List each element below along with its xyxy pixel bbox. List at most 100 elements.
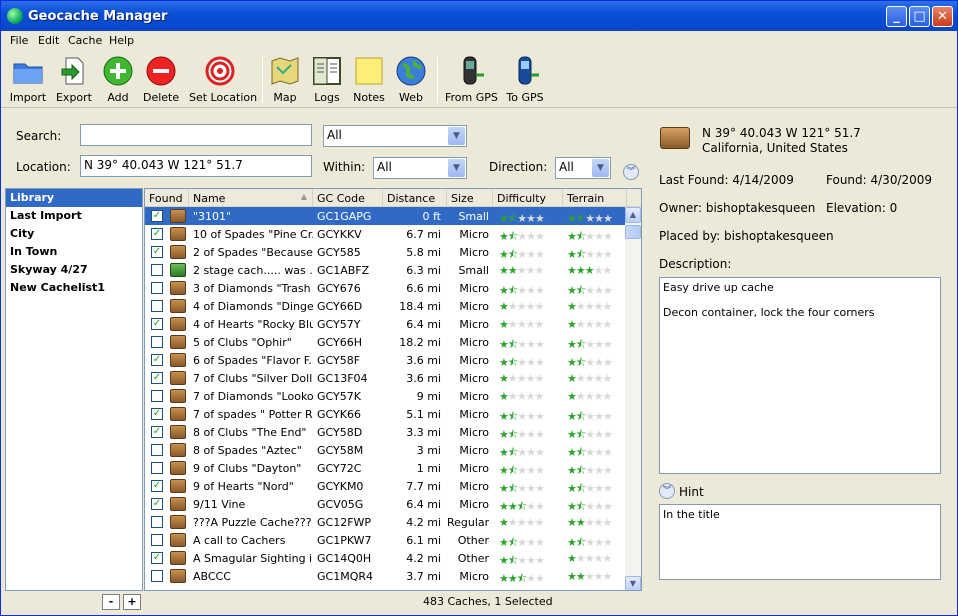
table-row[interactable]: ✓ 6 of Spades "Flavor F... GCY58F 3.6 mi Mic… (145, 351, 627, 369)
found-checkbox[interactable]: ✓ (151, 318, 163, 330)
export-button[interactable]: Export (55, 55, 93, 105)
table-row[interactable]: ✓ "3101" GC1GAPG 0 ft Small ★⯪★★★ ★⯪★★★ (145, 207, 627, 225)
column-name[interactable]: Name ▲ (189, 189, 313, 207)
cell-name: 7 of spades " Potter R... (193, 408, 313, 421)
close-button[interactable]: ✕ (932, 6, 953, 27)
found-checkbox[interactable]: ✓ (151, 408, 163, 420)
menu-cache[interactable]: Cache (68, 34, 102, 47)
table-row[interactable]: ✓ 10 of Spades "Pine Cr... GCYKKV 6.7 mi Mic… (145, 225, 627, 243)
search-input[interactable] (80, 124, 312, 146)
direction-dropdown[interactable]: All ▼ (555, 157, 611, 179)
maximize-button[interactable]: □ (909, 6, 930, 27)
cell-code: GCY58D (317, 426, 363, 439)
sidebar-item-city[interactable]: City (6, 225, 142, 243)
logs-button[interactable]: Logs (311, 55, 343, 105)
cache-type-icon (170, 443, 186, 457)
search-filter-dropdown[interactable]: All ▼ (323, 125, 467, 147)
found-checkbox[interactable] (151, 300, 163, 312)
table-row[interactable]: ✓ 2 of Spades "Because ... GCY585 5.8 mi Mic… (145, 243, 627, 261)
cell-dist: 3.6 mi (406, 354, 441, 367)
remove-list-button[interactable]: - (102, 594, 120, 610)
found-checkbox[interactable]: ✓ (151, 228, 163, 240)
table-row[interactable]: ✓ A Smagular Sighting in... GC14Q0H 4.2 mi O… (145, 549, 627, 567)
found-checkbox[interactable] (151, 336, 163, 348)
table-row[interactable]: 5 of Clubs "Ophir" GCY66H 18.2 mi Micro ★⯪★★… (145, 333, 627, 351)
found-checkbox[interactable] (151, 264, 163, 276)
add-button[interactable]: Add (101, 55, 135, 105)
table-row[interactable]: 3 of Diamonds "Trash ... GCY676 6.6 mi Micr… (145, 279, 627, 297)
import-button[interactable]: Import (9, 55, 47, 105)
expand-hint-icon[interactable]: ︾ (659, 483, 675, 499)
found-checkbox[interactable]: ✓ (151, 246, 163, 258)
column-distance[interactable]: Distance (383, 189, 447, 207)
found-checkbox[interactable] (151, 282, 163, 294)
found-checkbox[interactable] (151, 390, 163, 402)
table-row[interactable]: ???A Puzzle Cache??? GC12FWP 4.2 mi Regular… (145, 513, 627, 531)
cache-type-icon (170, 569, 186, 583)
from-gps-button[interactable]: From GPS (445, 55, 498, 105)
table-row[interactable]: ✓ 4 of Hearts "Rocky Bluff" GCY57Y 6.4 mi Mi… (145, 315, 627, 333)
found-checkbox[interactable]: ✓ (151, 498, 163, 510)
add-list-button[interactable]: + (123, 594, 141, 610)
found-checkbox[interactable]: ✓ (151, 372, 163, 384)
column-size[interactable]: Size (447, 189, 493, 207)
found-checkbox[interactable] (151, 444, 163, 456)
table-row[interactable]: A call to Cachers GC1PKW7 6.1 mi Other ★⯪★★★… (145, 531, 627, 549)
table-row[interactable]: 8 of Spades "Aztec" GCY58M 3 mi Micro ★⯪★★★ ★… (145, 441, 627, 459)
sidebar-item-library[interactable]: Library (6, 189, 142, 207)
within-dropdown[interactable]: All ▼ (373, 157, 467, 179)
found-checkbox[interactable]: ✓ (151, 354, 163, 366)
set-location-button[interactable]: Set Location (189, 55, 257, 105)
map-button[interactable]: Map (269, 55, 301, 105)
vertical-scrollbar[interactable]: ▲ ▼ (625, 207, 641, 590)
found-checkbox[interactable]: ✓ (151, 480, 163, 492)
sidebar-item-last-import[interactable]: Last Import (6, 207, 142, 225)
direction-label: Direction: (489, 160, 548, 174)
description-textarea[interactable]: Easy drive up cache Decon container, loc… (659, 277, 941, 474)
detail-last-found: Last Found: 4/14/2009 (659, 173, 794, 187)
cell-dist: 3 mi (416, 444, 441, 457)
column-terrain[interactable]: Terrain (563, 189, 627, 207)
web-button[interactable]: Web (395, 55, 427, 105)
column-found[interactable]: Found (145, 189, 189, 207)
export-icon (58, 55, 90, 87)
scroll-up-icon[interactable]: ▲ (625, 207, 641, 223)
notes-button[interactable]: Notes (353, 55, 385, 105)
found-checkbox[interactable]: ✓ (151, 552, 163, 564)
hint-textarea[interactable]: In the title (659, 504, 941, 580)
table-row[interactable]: 9 of Clubs "Dayton" GCY72C 1 mi Micro ★⯪★★★ ★… (145, 459, 627, 477)
table-row[interactable]: ✓ 7 of Clubs "Silver Dolla... GC13F04 3.6 m… (145, 369, 627, 387)
scroll-thumb[interactable] (625, 225, 641, 239)
column-gc-code[interactable]: GC Code (313, 189, 383, 207)
table-row[interactable]: ABCCC GC1MQR4 3.7 mi Micro ★★⯪★★ ★★★★★ (145, 567, 627, 585)
table-row[interactable]: ✓ 9/11 Vine GCV05G 6.4 mi Micro ★★⯪★★ ★⯪★★★ (145, 495, 627, 513)
delete-label: Delete (143, 91, 180, 104)
menu-help[interactable]: Help (109, 34, 134, 47)
found-checkbox[interactable] (151, 534, 163, 546)
sidebar-item-skyway[interactable]: Skyway 4/27 (6, 261, 142, 279)
found-checkbox[interactable] (151, 570, 163, 582)
menu-file[interactable]: File (10, 34, 28, 47)
column-difficulty[interactable]: Difficulty (493, 189, 563, 207)
to-gps-button[interactable]: To GPS (505, 55, 545, 105)
table-row[interactable]: 2 stage cach..... was ... GC1ABFZ 6.3 mi Sm… (145, 261, 627, 279)
scroll-down-icon[interactable]: ▼ (625, 576, 641, 590)
found-checkbox[interactable] (151, 462, 163, 474)
sidebar-item-new-cachelist[interactable]: New Cachelist1 (6, 279, 142, 297)
found-checkbox[interactable]: ✓ (151, 426, 163, 438)
sidebar-item-in-town[interactable]: In Town (6, 243, 142, 261)
menu-edit[interactable]: Edit (38, 34, 59, 47)
table-row[interactable]: ✓ 8 of Clubs "The End" GCY58D 3.3 mi Micro ★⯪… (145, 423, 627, 441)
found-checkbox[interactable] (151, 516, 163, 528)
delete-button[interactable]: Delete (143, 55, 179, 105)
found-checkbox[interactable]: ✓ (151, 210, 163, 222)
table-row[interactable]: 4 of Diamonds "Dinger... GCY66D 18.4 mi Mic… (145, 297, 627, 315)
location-input[interactable]: N 39° 40.043 W 121° 51.7 (80, 155, 312, 177)
title-bar[interactable]: Geocache Manager _ □ ✕ (1, 1, 957, 31)
collapse-search-icon[interactable]: ︾ (623, 164, 639, 180)
table-row[interactable]: 7 of Diamonds "Looko... GCY57K 9 mi Micro ★★… (145, 387, 627, 405)
table-row[interactable]: ✓ 7 of spades " Potter R... GCYK66 5.1 mi Mi… (145, 405, 627, 423)
table-row[interactable]: ✓ 9 of Hearts "Nord" GCYKM0 7.7 mi Micro ★⯪★★… (145, 477, 627, 495)
cell-dist: 6.7 mi (406, 228, 441, 241)
minimize-button[interactable]: _ (886, 6, 907, 27)
